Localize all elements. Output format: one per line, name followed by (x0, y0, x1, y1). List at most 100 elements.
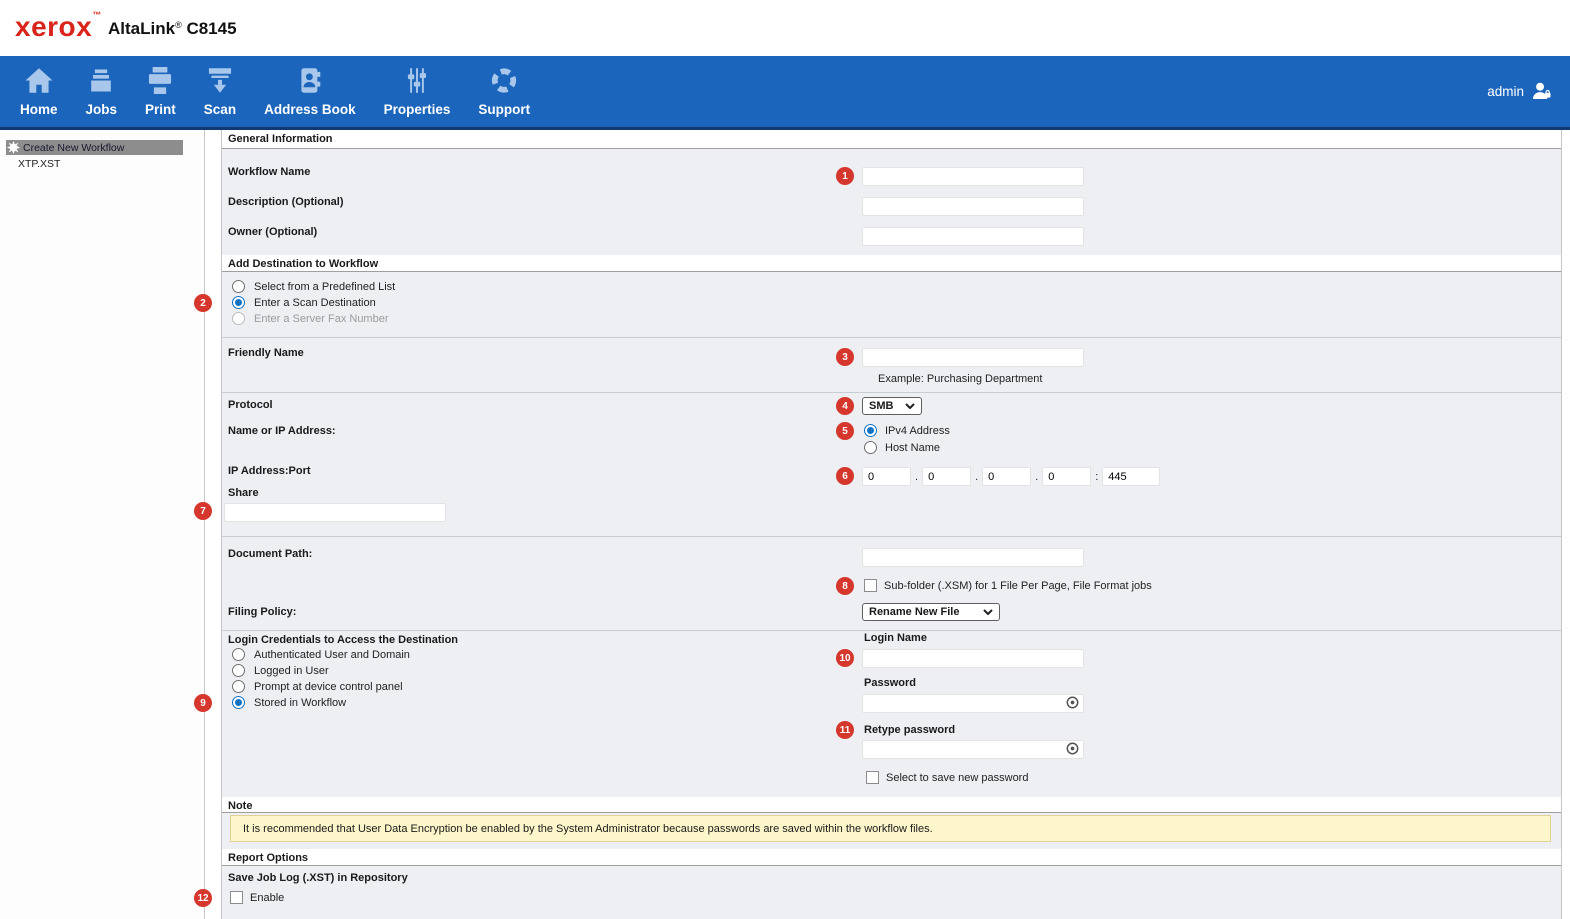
section-header-report-options: Report Options (222, 849, 1561, 866)
sidebar-item-xtp-xst[interactable]: XTP.XST (18, 158, 60, 170)
credentials-title: Login Credentials to Access the Destinat… (228, 634, 458, 646)
step-badge-6: 6 (836, 467, 854, 485)
radio-server-fax[interactable] (232, 312, 245, 325)
step-badge-10: 10 (836, 649, 854, 667)
ip-octet-1-input[interactable] (862, 467, 911, 486)
section-header-general-information: General Information (222, 130, 1561, 149)
workflow-form: General Information Add Destination to W… (221, 130, 1562, 919)
enable-checkbox[interactable] (230, 891, 243, 904)
ip-address-port-fields: . . . : (862, 467, 1160, 486)
friendly-name-label: Friendly Name (228, 347, 304, 359)
filing-policy-select-value: Rename New File (869, 606, 959, 618)
retype-password-label: Retype password (864, 724, 955, 736)
password-input[interactable] (862, 694, 1084, 713)
report-section-body (222, 866, 1561, 919)
workflow-star-icon (7, 141, 20, 154)
login-name-input[interactable] (862, 649, 1084, 668)
ip-octet-2-input[interactable] (922, 467, 971, 486)
description-input[interactable] (862, 197, 1084, 216)
filing-policy-select[interactable]: Rename New File (862, 603, 1000, 621)
step-badge-8: 8 (836, 577, 854, 595)
port-input[interactable] (1102, 467, 1160, 486)
eye-icon[interactable] (1066, 742, 1079, 760)
home-icon (24, 67, 54, 99)
user-menu-label: admin (1487, 84, 1524, 99)
retype-password-input[interactable] (862, 740, 1084, 759)
password-field (862, 693, 1084, 712)
step-badge-11: 11 (836, 721, 854, 739)
share-input[interactable] (224, 503, 446, 522)
workflow-name-input[interactable] (862, 167, 1084, 186)
nav-scan-label: Scan (204, 102, 236, 117)
nav-home[interactable]: Home (6, 67, 72, 117)
ip-dot-separator: . (1035, 471, 1038, 483)
radio-predefined-list-label: Select from a Predefined List (254, 281, 395, 293)
subfolder-checkbox[interactable] (864, 579, 877, 592)
workflow-sidebar: Create New Workflow XTP.XST (0, 130, 205, 919)
radio-scan-destination-label: Enter a Scan Destination (254, 297, 376, 309)
nav-scan[interactable]: Scan (190, 67, 250, 117)
owner-label: Owner (Optional) (228, 226, 317, 238)
nav-properties-label: Properties (384, 102, 451, 117)
ip-dot-separator: . (915, 471, 918, 483)
friendly-name-hint: Example: Purchasing Department (878, 373, 1042, 385)
user-menu[interactable]: admin (1487, 81, 1570, 103)
nav-support[interactable]: Support (464, 67, 544, 117)
radio-host-name[interactable] (864, 441, 877, 454)
owner-input[interactable] (862, 227, 1084, 246)
protocol-select[interactable]: SMB (862, 397, 922, 415)
radio-ipv4-address-label: IPv4 Address (885, 425, 950, 437)
radio-stored-in-workflow[interactable] (232, 696, 245, 709)
ip-address-port-label: IP Address:Port (228, 465, 311, 477)
radio-predefined-list[interactable] (232, 280, 245, 293)
radio-authenticated-user-label: Authenticated User and Domain (254, 649, 410, 661)
ip-octet-4-input[interactable] (1042, 467, 1091, 486)
nav-address-book-label: Address Book (264, 102, 356, 117)
retype-password-field (862, 739, 1084, 758)
note-message: It is recommended that User Data Encrypt… (230, 815, 1551, 842)
ip-dot-separator: . (975, 471, 978, 483)
radio-logged-in-user[interactable] (232, 664, 245, 677)
properties-icon (402, 67, 432, 99)
save-job-log-label: Save Job Log (.XST) in Repository (228, 872, 408, 884)
support-icon (489, 67, 519, 99)
trademark-symbol: ™ (92, 10, 102, 20)
radio-scan-destination[interactable] (232, 296, 245, 309)
chevron-down-icon (905, 403, 915, 409)
nav-address-book[interactable]: Address Book (250, 67, 370, 117)
workflow-name-label: Workflow Name (228, 166, 310, 178)
nav-properties[interactable]: Properties (370, 67, 465, 117)
eye-icon[interactable] (1066, 696, 1079, 714)
document-path-input[interactable] (862, 548, 1084, 567)
password-label: Password (864, 677, 916, 689)
friendly-name-input[interactable] (862, 348, 1084, 367)
radio-prompt-at-panel[interactable] (232, 680, 245, 693)
save-password-checkbox[interactable] (866, 771, 879, 784)
page-header: xerox™ AltaLink® C8145 (0, 0, 1570, 56)
nav-print-label: Print (145, 102, 176, 117)
step-badge-2: 2 (194, 294, 212, 312)
nav-jobs-label: Jobs (86, 102, 118, 117)
step-badge-4: 4 (836, 397, 854, 415)
radio-host-name-label: Host Name (885, 442, 940, 454)
section-header-note: Note (222, 797, 1561, 813)
print-icon (145, 67, 175, 99)
document-path-label: Document Path: (228, 548, 312, 560)
ip-colon-separator: : (1095, 471, 1098, 483)
nav-jobs[interactable]: Jobs (72, 67, 132, 117)
step-badge-12: 12 (194, 889, 212, 907)
step-badge-5: 5 (836, 422, 854, 440)
nav-support-label: Support (478, 102, 530, 117)
share-label: Share (228, 487, 259, 499)
ip-octet-3-input[interactable] (982, 467, 1031, 486)
name-or-ip-label: Name or IP Address: (228, 425, 336, 437)
nav-print[interactable]: Print (131, 67, 190, 117)
xerox-logo: xerox™ (15, 10, 102, 43)
radio-ipv4-address[interactable] (864, 424, 877, 437)
radio-prompt-at-panel-label: Prompt at device control panel (254, 681, 403, 693)
radio-authenticated-user[interactable] (232, 648, 245, 661)
sidebar-item-create-new-workflow[interactable]: Create New Workflow (6, 140, 183, 155)
address-book-icon (295, 67, 325, 99)
protocol-label: Protocol (228, 399, 273, 411)
nav-home-label: Home (20, 102, 58, 117)
